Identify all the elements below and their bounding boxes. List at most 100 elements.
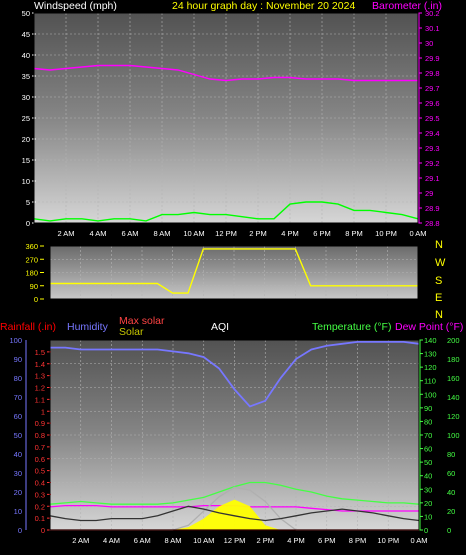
- x-tick-label: 0 AM: [410, 536, 427, 545]
- right-axis-tick-label: 28.8: [425, 219, 440, 228]
- x-tick-label: 6 PM: [313, 229, 331, 238]
- humidity-axis-tick-label: 100: [9, 336, 22, 345]
- aqi-axis-tick-label: 80: [447, 450, 455, 459]
- left-axis-tick-label: 0: [41, 526, 45, 535]
- x-tick-label: 6 AM: [121, 229, 138, 238]
- left-axis-tick-label: 90: [30, 282, 38, 291]
- left-axis-tick-label: 360: [25, 242, 38, 251]
- x-tick-label: 8 PM: [345, 229, 363, 238]
- compass-labels: N W S E N: [435, 239, 446, 321]
- humidity-axis-tick-label: 20: [14, 488, 22, 497]
- temperature-label: Temperature (°F): [312, 321, 391, 333]
- x-tick-label: 4 AM: [89, 229, 106, 238]
- right-axis-tick-label: 29.1: [425, 174, 440, 183]
- left-axis-tick-label: 30: [22, 93, 30, 102]
- right-axis-tick-label: 10: [424, 512, 432, 521]
- left-axis-tick-label: 1: [41, 407, 45, 416]
- humidity-axis-tick-label: 90: [14, 355, 22, 364]
- dew-point-label: Dew Point (°F): [395, 321, 463, 333]
- humidity-axis-tick-label: 70: [14, 393, 22, 402]
- aqi-axis-tick-label: 180: [447, 355, 460, 364]
- rainfall-label: Rainfall (.in): [0, 321, 56, 333]
- x-tick-label: 4 PM: [287, 536, 305, 545]
- x-tick-label: 12 PM: [224, 536, 246, 545]
- right-axis-tick-label: 29.2: [425, 159, 440, 168]
- right-axis-tick-label: 110: [424, 377, 436, 386]
- right-axis-tick-label: 29.7: [425, 84, 440, 93]
- right-axis-tick-label: 60: [424, 445, 432, 454]
- right-axis-tick-label: 130: [424, 350, 437, 359]
- x-tick-label: 12 PM: [215, 229, 237, 238]
- left-axis-tick-label: 270: [25, 255, 38, 264]
- humidity-axis-tick-label: 50: [14, 431, 22, 440]
- solar-label: Solar: [119, 326, 144, 338]
- right-axis-tick-label: 30.2: [425, 9, 440, 18]
- right-axis-tick-label: 29.3: [425, 144, 440, 153]
- left-axis-tick-label: 0: [34, 295, 38, 304]
- x-tick-label: 10 AM: [193, 536, 214, 545]
- humidity-axis-tick-label: 10: [14, 507, 22, 516]
- left-axis-tick-label: 5: [26, 198, 30, 207]
- x-tick-label: 2 PM: [256, 536, 274, 545]
- compass-e: E: [435, 292, 442, 304]
- right-axis-tick-label: 29.5: [425, 114, 440, 123]
- left-axis-tick-label: 0.6: [35, 455, 45, 464]
- left-axis-tick-label: 35: [22, 72, 30, 81]
- right-axis-tick-label: 30: [424, 485, 432, 494]
- right-axis-tick-label: 90: [424, 404, 432, 413]
- left-axis-tick-label: 0: [26, 219, 30, 228]
- left-axis-tick-label: 20: [22, 135, 30, 144]
- aqi-axis-tick-label: 0: [447, 526, 451, 535]
- aqi-axis-tick-label: 160: [447, 374, 460, 383]
- right-axis-tick-label: 0: [424, 526, 428, 535]
- left-axis-tick-label: 1.4: [35, 360, 45, 369]
- windspeed-axis-label: Windspeed (mph): [34, 0, 117, 12]
- left-axis-tick-label: 0.5: [35, 467, 45, 476]
- left-axis-tick-label: 0.9: [35, 419, 45, 428]
- x-tick-label: 8 PM: [349, 536, 367, 545]
- right-axis-tick-label: 70: [424, 431, 432, 440]
- left-axis-tick-label: 10: [22, 177, 30, 186]
- left-axis-tick-label: 15: [22, 156, 30, 165]
- right-axis-tick-label: 30: [425, 39, 433, 48]
- compass-n-top: N: [435, 239, 443, 251]
- right-axis-tick-label: 50: [424, 458, 432, 467]
- x-tick-label: 8 AM: [164, 536, 181, 545]
- left-axis-tick-label: 1.3: [35, 372, 45, 381]
- left-axis-tick-label: 50: [22, 9, 30, 18]
- compass-n-bottom: N: [435, 309, 443, 321]
- left-axis-tick-label: 1.2: [35, 384, 45, 393]
- left-axis-tick-label: 1.5: [35, 348, 45, 357]
- left-axis-tick-label: 45: [22, 30, 30, 39]
- aqi-label: AQI: [211, 321, 229, 333]
- x-tick-label: 2 AM: [72, 536, 89, 545]
- x-tick-label: 10 PM: [375, 229, 397, 238]
- humidity-label: Humidity: [67, 321, 109, 333]
- x-tick-label: 8 AM: [153, 229, 170, 238]
- right-axis-tick-label: 40: [424, 472, 432, 481]
- right-axis-tick-label: 30.1: [425, 24, 440, 33]
- left-axis-tick-label: 180: [25, 269, 38, 278]
- x-tick-label: 2 AM: [57, 229, 74, 238]
- aqi-axis-tick-label: 200: [447, 336, 460, 345]
- x-tick-label: 2 PM: [249, 229, 267, 238]
- compass-w: W: [435, 257, 446, 269]
- right-axis-tick-label: 140: [424, 336, 437, 345]
- left-axis-tick-label: 0.1: [35, 514, 45, 523]
- chart-title: 24 hour graph day : November 20 2024: [172, 0, 355, 12]
- compass-s: S: [435, 275, 442, 287]
- left-axis-tick-label: 0.4: [35, 479, 45, 488]
- x-tick-label: 0 AM: [409, 229, 426, 238]
- right-axis-tick-label: 29: [425, 189, 433, 198]
- humidity-axis-tick-label: 40: [14, 450, 22, 459]
- left-axis-tick-label: 1.1: [35, 395, 45, 404]
- x-tick-label: 10 AM: [183, 229, 204, 238]
- x-tick-label: 6 AM: [134, 536, 151, 545]
- left-axis-tick-label: 0.8: [35, 431, 45, 440]
- right-axis-tick-label: 29.8: [425, 69, 440, 78]
- aqi-axis-tick-label: 20: [447, 507, 455, 516]
- aqi-axis-tick-label: 120: [447, 412, 460, 421]
- humidity-axis-tick-label: 0: [18, 526, 22, 535]
- x-tick-label: 10 PM: [377, 536, 399, 545]
- x-tick-label: 6 PM: [318, 536, 336, 545]
